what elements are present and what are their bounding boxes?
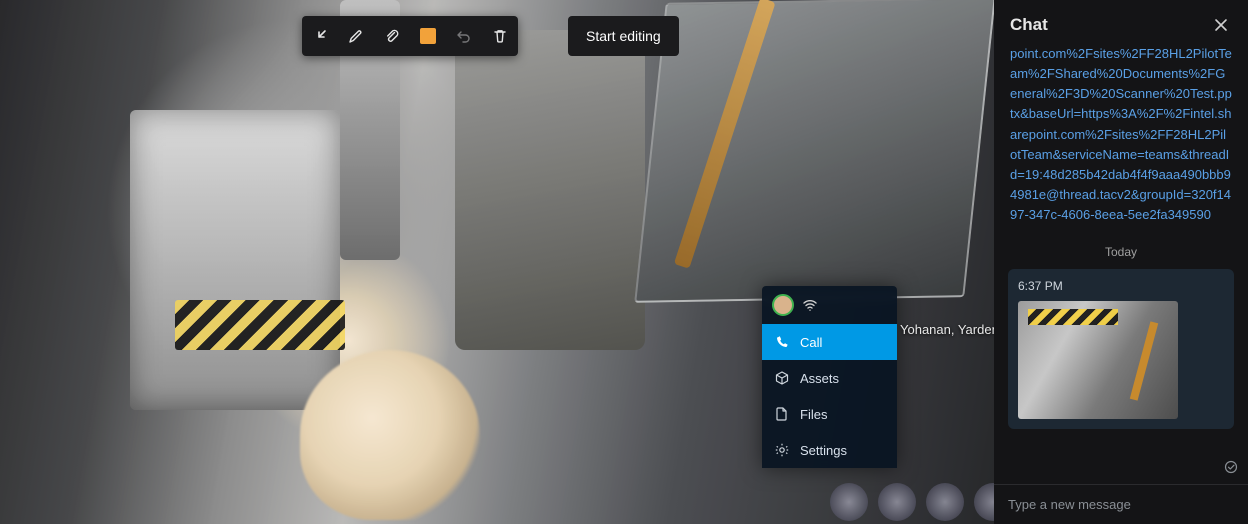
ar-assets-label: Assets: [800, 371, 839, 386]
close-icon: [1214, 18, 1228, 32]
trash-icon: [492, 28, 508, 44]
chat-messages[interactable]: point.com%2Fsites%2FF28HL2PilotTeam%2FSh…: [994, 44, 1248, 484]
pen-button[interactable]: [338, 16, 374, 56]
phone-icon: [774, 334, 790, 350]
read-receipt-icon: [1224, 460, 1238, 474]
cube-icon: [774, 370, 790, 386]
undo-icon: [456, 28, 472, 44]
color-swatch-icon: [420, 28, 436, 44]
ar-settings-label: Settings: [800, 443, 847, 458]
gloved-hand: [300, 350, 480, 520]
chat-header: Chat: [994, 0, 1248, 44]
ar-call-label: Call: [800, 335, 822, 350]
close-chat-button[interactable]: [1210, 14, 1232, 36]
collapse-icon: [312, 28, 328, 44]
undo-button[interactable]: [446, 16, 482, 56]
link-message[interactable]: point.com%2Fsites%2FF28HL2PilotTeam%2FSh…: [1004, 44, 1238, 235]
ar-assets-button[interactable]: Assets: [762, 360, 897, 396]
start-editing-label: Start editing: [586, 28, 661, 44]
ar-panel-header: [762, 286, 897, 324]
thumbnail-strip: [830, 483, 1012, 521]
drawing-toolbar: [302, 16, 518, 56]
ar-files-label: Files: [800, 407, 827, 422]
thumbnail[interactable]: [830, 483, 868, 521]
hazard-stripe: [175, 300, 345, 350]
chat-input-placeholder: Type a new message: [1008, 497, 1131, 512]
chat-input[interactable]: Type a new message: [994, 484, 1248, 524]
chat-title: Chat: [1010, 15, 1048, 35]
chat-message[interactable]: 6:37 PM: [1008, 269, 1234, 429]
chat-panel: Chat point.com%2Fsites%2FF28HL2PilotTeam…: [994, 0, 1248, 524]
ar-settings-button[interactable]: Settings: [762, 432, 897, 468]
gear-icon: [774, 442, 790, 458]
pen-icon: [348, 28, 364, 44]
collapse-button[interactable]: [302, 16, 338, 56]
avatar[interactable]: [772, 294, 794, 316]
thumbnail[interactable]: [926, 483, 964, 521]
delete-button[interactable]: [482, 16, 518, 56]
app-screen: Start editing Call Assets Files Settings…: [0, 0, 1248, 524]
contact-name: Yohanan, Yarden: [900, 322, 999, 337]
day-separator: Today: [1004, 245, 1238, 259]
message-image[interactable]: [1018, 301, 1178, 419]
signal-icon: [802, 297, 818, 313]
machinery-shape: [455, 30, 645, 350]
message-timestamp: 6:37 PM: [1018, 279, 1224, 293]
start-editing-button[interactable]: Start editing: [568, 16, 679, 56]
attach-button[interactable]: [374, 16, 410, 56]
ink-color-button[interactable]: [410, 16, 446, 56]
thumbnail[interactable]: [878, 483, 916, 521]
ar-contact-panel: Call Assets Files Settings: [762, 286, 897, 468]
ar-files-button[interactable]: Files: [762, 396, 897, 432]
machinery-shape: [130, 110, 340, 410]
ar-call-button[interactable]: Call: [762, 324, 897, 360]
paperclip-icon: [384, 28, 400, 44]
files-icon: [774, 406, 790, 422]
